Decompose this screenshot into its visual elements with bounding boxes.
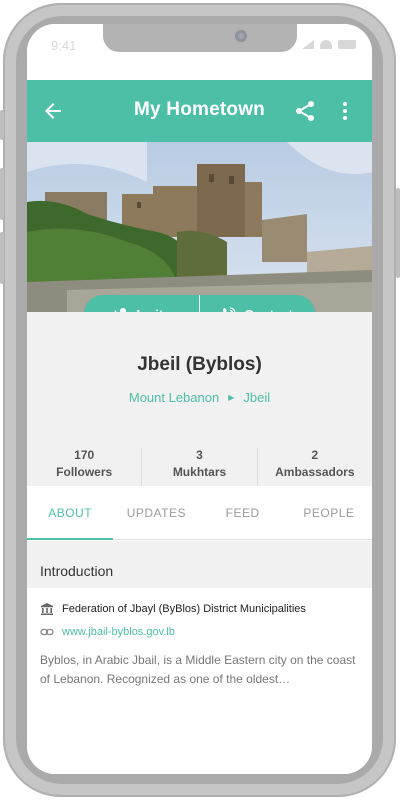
phone-power-button [396, 188, 400, 278]
stat-ambassadors[interactable]: 2 Ambassadors [256, 448, 372, 488]
stat-value: 170 [74, 448, 95, 462]
about-content: Introduction Federation of Jbayl (ByBlos… [27, 541, 372, 774]
bank-icon [40, 602, 54, 616]
share-icon[interactable] [293, 99, 317, 123]
status-time: 9:41 [51, 38, 77, 53]
breadcrumb-district[interactable]: Jbeil [243, 390, 270, 405]
breadcrumb: Mount Lebanon ▶ Jbeil [27, 390, 372, 405]
stat-value: 3 [196, 448, 203, 462]
organization-row: Federation of Jbayl (ByBlos) District Mu… [40, 602, 306, 616]
website-row: www.jbail-byblos.gov.lb [40, 625, 175, 639]
stat-label: Mukhtars [172, 465, 227, 479]
status-icons [302, 40, 356, 49]
camera-icon [235, 30, 247, 42]
stat-value: 2 [311, 448, 319, 462]
organization-name: Federation of Jbayl (ByBlos) District Mu… [62, 603, 306, 615]
tab-people[interactable]: PEOPLE [286, 486, 372, 539]
tab-bar: ABOUT UPDATES FEED PEOPLE [27, 486, 372, 540]
battery-icon [338, 40, 356, 49]
stat-label: Followers [56, 465, 113, 479]
breadcrumb-separator-icon: ▶ [228, 393, 235, 402]
app-bar: My Hometown [27, 80, 372, 142]
intro-card: Federation of Jbayl (ByBlos) District Mu… [27, 588, 372, 774]
town-name: Jbeil (Byblos) [137, 354, 262, 375]
tab-updates[interactable]: UPDATES [113, 486, 199, 539]
wifi-icon [320, 40, 332, 49]
tab-feed[interactable]: FEED [200, 486, 286, 539]
stat-label: Ambassadors [275, 465, 355, 479]
stats-row: 170 Followers 3 Mukhtars 2 Ambassadors [27, 448, 372, 488]
intro-description: Byblos, in Arabic Jbail, is a Middle Eas… [40, 653, 356, 686]
more-vert-icon[interactable] [333, 99, 357, 123]
website-link[interactable]: www.jbail-byblos.gov.lb [62, 626, 175, 638]
hero-image-byblos-castle [27, 142, 372, 312]
phone-volume-up [0, 168, 4, 220]
phone-volume-down [0, 232, 4, 284]
link-icon [40, 625, 54, 639]
section-title: Introduction [40, 563, 114, 579]
signal-icon [302, 40, 314, 49]
breadcrumb-region[interactable]: Mount Lebanon [129, 390, 219, 405]
stat-mukhtars[interactable]: 3 Mukhtars [141, 448, 256, 488]
phone-mute-switch [0, 110, 4, 140]
profile-header: Jbeil (Byblos) Mount Lebanon ▶ Jbeil 170 F… [27, 312, 372, 488]
page-title: My Hometown [134, 99, 265, 120]
phone-notch [103, 24, 297, 52]
app-screen: 9:41 My Hometown Jbeil (Byblos) Mount Le… [27, 24, 372, 774]
tab-about[interactable]: ABOUT [27, 486, 114, 540]
stat-followers[interactable]: 170 Followers [27, 448, 141, 488]
